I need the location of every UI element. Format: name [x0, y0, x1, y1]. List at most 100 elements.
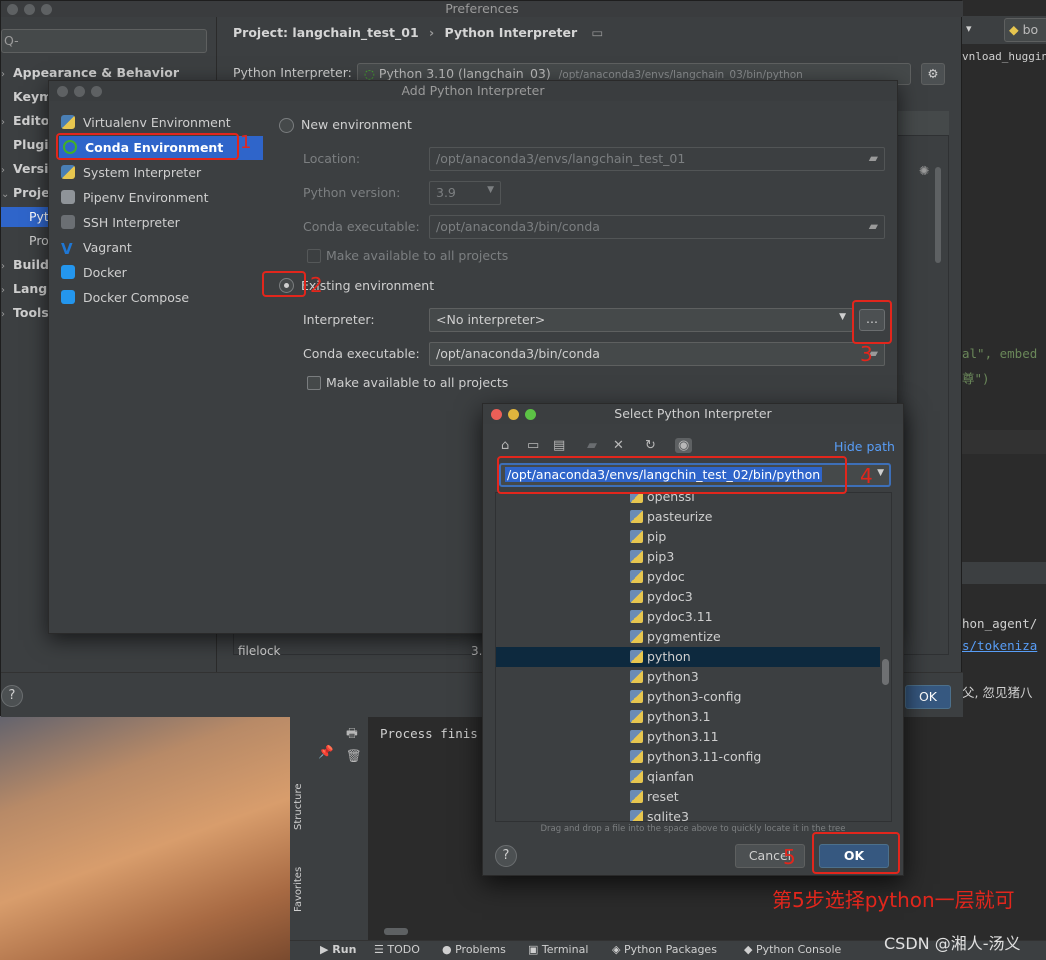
home-icon[interactable]: ⌂: [501, 438, 509, 453]
tree-item[interactable]: qianfan: [496, 767, 880, 787]
sidebar-item-project[interactable]: Proje: [13, 183, 50, 203]
gear-icon[interactable]: ⚙: [921, 63, 945, 85]
make-available-checkbox[interactable]: [307, 376, 321, 390]
help-button[interactable]: ?: [495, 845, 517, 867]
new-environment-radio[interactable]: [279, 118, 294, 133]
minimize-window-icon[interactable]: [508, 409, 519, 420]
dropdown-arrow-icon[interactable]: ▾: [966, 22, 972, 35]
problems-tab[interactable]: ● Problems: [442, 943, 506, 956]
sidebar-item-keymap[interactable]: Keym: [13, 87, 52, 107]
breadcrumb-project: Project: langchain_test_01: [233, 25, 419, 40]
tree-item[interactable]: python3-config: [496, 687, 880, 707]
editor-tab-label[interactable]: vnload_hugging: [962, 50, 1046, 63]
tree-scrollbar[interactable]: [882, 659, 889, 685]
python-version-select[interactable]: 3.9 ▼: [429, 181, 501, 205]
tree-item[interactable]: pydoc3: [496, 587, 880, 607]
run-config-combo[interactable]: ◆ bo: [1004, 18, 1046, 42]
chevron-right-icon[interactable]: ›: [1, 117, 5, 128]
pin-icon[interactable]: 📌: [318, 744, 334, 760]
folder-icon[interactable]: ▰: [869, 151, 878, 165]
conda-executable-field[interactable]: /opt/anaconda3/bin/conda ▰: [429, 215, 885, 239]
tree-item[interactable]: python3.1: [496, 707, 880, 727]
chevron-down-icon[interactable]: ▼: [877, 468, 884, 478]
code-line: al", embed: [962, 346, 1038, 361]
tree-item-label: pydoc: [647, 569, 685, 584]
run-output-line: hon_agent/: [962, 616, 1038, 631]
minimize-window-icon[interactable]: [74, 86, 85, 97]
sidebar-item-tools[interactable]: Tools: [13, 303, 49, 323]
minimize-window-icon[interactable]: [24, 4, 35, 15]
hide-path-link[interactable]: Hide path: [834, 439, 895, 454]
tree-item[interactable]: pip3: [496, 547, 880, 567]
desktop-icon[interactable]: ▭: [527, 438, 539, 453]
env-item-virtualenv[interactable]: Virtualenv Environment: [61, 111, 231, 135]
env-item-docker-compose[interactable]: Docker Compose: [61, 286, 189, 310]
structure-tool-tab[interactable]: Structure: [293, 783, 304, 830]
settings-search-input[interactable]: Q-: [1, 29, 207, 53]
tree-item[interactable]: python3: [496, 667, 880, 687]
zoom-window-icon[interactable]: [91, 86, 102, 97]
python-console-tab-label: Python Console: [755, 943, 842, 956]
tree-item[interactable]: pydoc3.11: [496, 607, 880, 627]
chevron-right-icon[interactable]: ›: [1, 165, 5, 176]
chevron-down-icon[interactable]: ⌄: [1, 189, 9, 200]
sidebar-item-plugins[interactable]: Plugi: [13, 135, 49, 155]
tree-item-label: pip: [647, 529, 667, 544]
refresh-icon[interactable]: ↻: [645, 438, 656, 453]
make-available-checkbox[interactable]: [307, 249, 321, 263]
file-tree[interactable]: openssl pasteurize pip pip3 pydoc pydoc3…: [495, 492, 892, 822]
window-controls: [7, 3, 58, 18]
vagrant-icon: V: [61, 240, 73, 258]
print-icon[interactable]: 🖶: [346, 724, 358, 745]
python-packages-tab[interactable]: ◈ Python Packages: [612, 943, 717, 956]
new-folder-icon[interactable]: ▰: [587, 438, 597, 453]
problems-tab-label: Problems: [455, 943, 506, 956]
sidebar-item-version-control[interactable]: Versi: [13, 159, 48, 179]
env-item-vagrant[interactable]: V Vagrant: [61, 236, 132, 260]
tree-item[interactable]: pip: [496, 527, 880, 547]
conda-executable-field[interactable]: /opt/anaconda3/bin/conda ▰: [429, 342, 885, 366]
delete-icon[interactable]: ✕: [613, 438, 624, 453]
env-item-docker[interactable]: Docker: [61, 261, 127, 285]
env-item-system[interactable]: System Interpreter: [61, 161, 201, 185]
python-console-tab[interactable]: ◆ Python Console: [744, 943, 841, 956]
tree-item-label: pasteurize: [647, 509, 713, 524]
sidebar-item-project-structure[interactable]: Pro: [29, 231, 49, 251]
tree-item[interactable]: python3.11-config: [496, 747, 880, 767]
chevron-right-icon[interactable]: ›: [1, 261, 5, 272]
chevron-right-icon[interactable]: ›: [1, 285, 5, 296]
todo-tab[interactable]: ☰ TODO: [374, 943, 420, 956]
chevron-right-icon[interactable]: ›: [1, 309, 5, 320]
tree-item[interactable]: python3.11: [496, 727, 880, 747]
packages-scrollbar[interactable]: [935, 167, 941, 263]
folder-icon[interactable]: ▰: [869, 219, 878, 233]
tree-item[interactable]: pasteurize: [496, 507, 880, 527]
close-window-icon[interactable]: [57, 86, 68, 97]
run-output-link[interactable]: s/tokeniza: [962, 638, 1037, 653]
tree-item[interactable]: pydoc: [496, 567, 880, 587]
zoom-window-icon[interactable]: [41, 4, 52, 15]
show-hidden-icon[interactable]: ◉: [675, 438, 693, 453]
trash-icon[interactable]: 🗑: [346, 748, 362, 764]
tree-item[interactable]: pygmentize: [496, 627, 880, 647]
run-tab[interactable]: ▶ Run: [320, 943, 356, 956]
chevron-right-icon[interactable]: ›: [1, 69, 5, 80]
project-folder-icon[interactable]: ▤: [553, 438, 565, 453]
env-item-pipenv[interactable]: Pipenv Environment: [61, 186, 208, 210]
tree-item-selected[interactable]: python: [496, 647, 880, 667]
interpreter-select[interactable]: <No interpreter> ▼: [429, 308, 853, 332]
tree-item[interactable]: sqlite3: [496, 807, 880, 821]
preferences-ok-button[interactable]: OK: [905, 685, 951, 709]
tree-item[interactable]: reset: [496, 787, 880, 807]
tree-item-label: pydoc3.11: [647, 609, 713, 624]
horizontal-scrollbar[interactable]: [384, 928, 408, 935]
close-window-icon[interactable]: [491, 409, 502, 420]
tree-item[interactable]: openssl: [496, 493, 880, 507]
favorites-tool-tab[interactable]: Favorites: [293, 867, 304, 912]
terminal-tab[interactable]: ▣ Terminal: [528, 943, 588, 956]
zoom-window-icon[interactable]: [525, 409, 536, 420]
env-item-ssh[interactable]: SSH Interpreter: [61, 211, 180, 235]
close-window-icon[interactable]: [7, 4, 18, 15]
location-field[interactable]: /opt/anaconda3/envs/langchain_test_01 ▰: [429, 147, 885, 171]
help-button[interactable]: ?: [1, 685, 23, 707]
